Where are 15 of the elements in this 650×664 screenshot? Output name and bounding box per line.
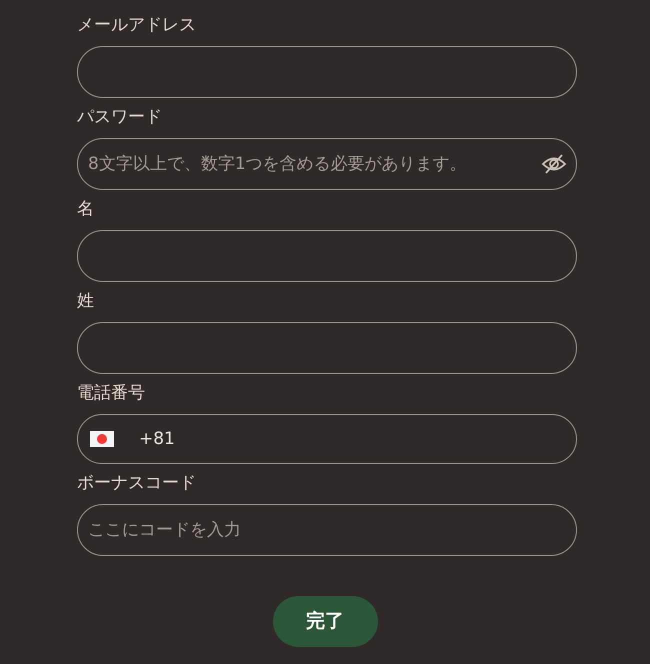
input-field[interactable] (77, 230, 577, 282)
field-label: 名 (77, 198, 94, 221)
flag-icon[interactable] (90, 431, 114, 447)
field-label: メールアドレス (77, 14, 196, 37)
eye-hidden-icon[interactable] (541, 153, 567, 175)
field-label: 電話番号 (77, 382, 145, 405)
password-field[interactable]: 8文字以上で、数字1つを含める必要があります。 (77, 138, 577, 190)
input-field[interactable]: ここにコードを入力 (77, 504, 577, 556)
input-field[interactable] (77, 322, 577, 374)
field-label: ボーナスコード (77, 472, 196, 495)
field-label: パスワード (77, 106, 162, 129)
phone-field[interactable]: +81 (77, 414, 577, 464)
complete-button[interactable]: 完了 (272, 596, 378, 647)
field-label: 姓 (77, 290, 94, 313)
input-field[interactable] (77, 46, 577, 98)
